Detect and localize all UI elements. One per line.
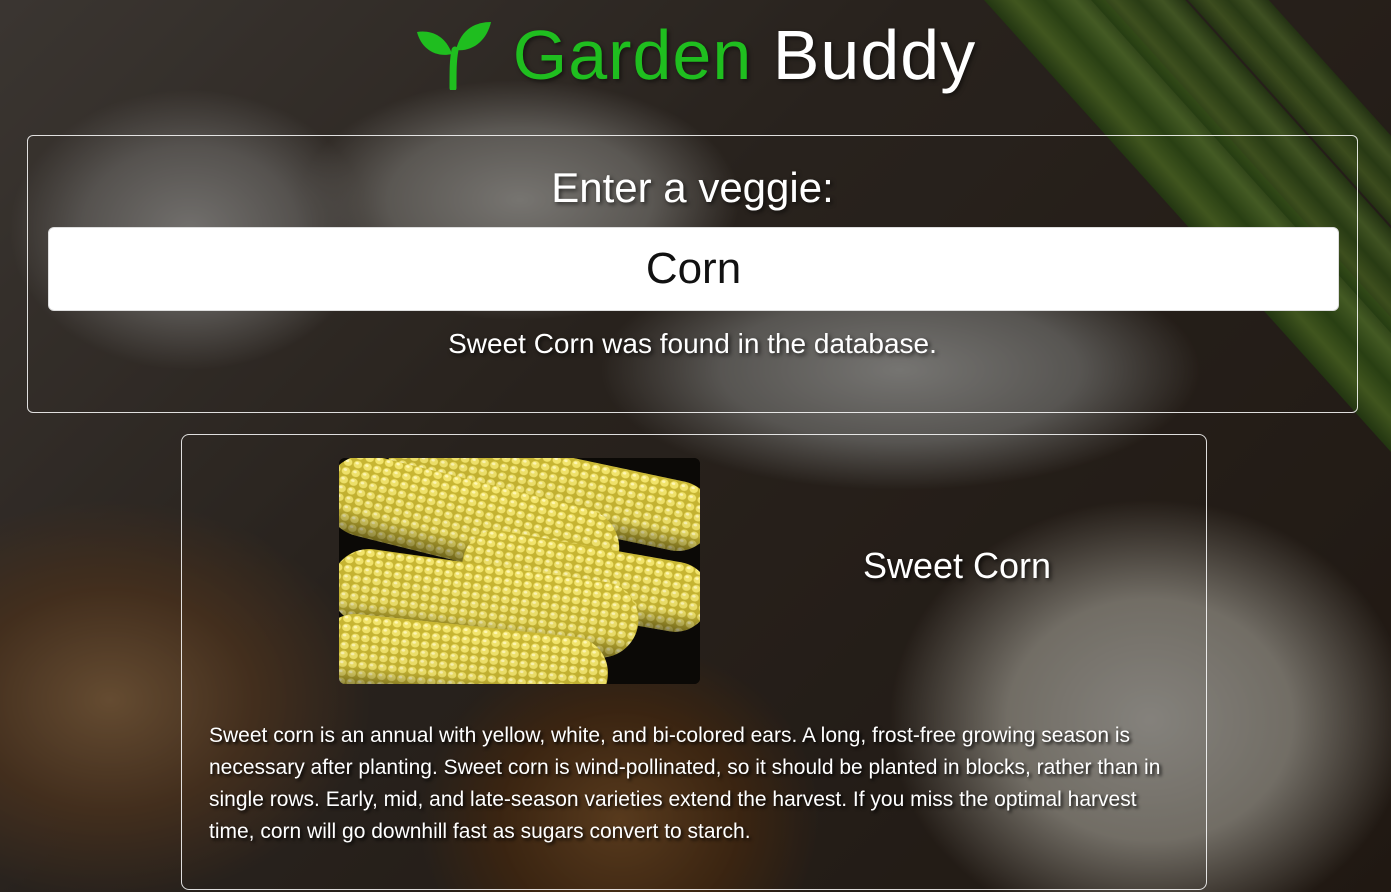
result-card: Sweet Corn Sweet corn is an annual with …: [181, 434, 1207, 890]
app-title-buddy: Buddy: [772, 16, 977, 94]
app-title-garden: Garden: [512, 16, 753, 94]
veggie-description: Sweet corn is an annual with yellow, whi…: [209, 724, 1161, 843]
search-status-message: Sweet Corn was found in the database.: [448, 328, 937, 359]
corn-photo: [339, 458, 700, 684]
veggie-name: Sweet Corn: [862, 545, 1052, 586]
veggie-search-input[interactable]: [48, 227, 1339, 311]
app-header: Garden Buddy: [0, 10, 1391, 100]
app-title: Garden Buddy: [513, 20, 976, 90]
sprout-icon: [416, 22, 491, 90]
search-panel: Enter a veggie: Sweet Corn was found in …: [27, 135, 1358, 413]
search-label: Enter a veggie:: [551, 164, 834, 211]
